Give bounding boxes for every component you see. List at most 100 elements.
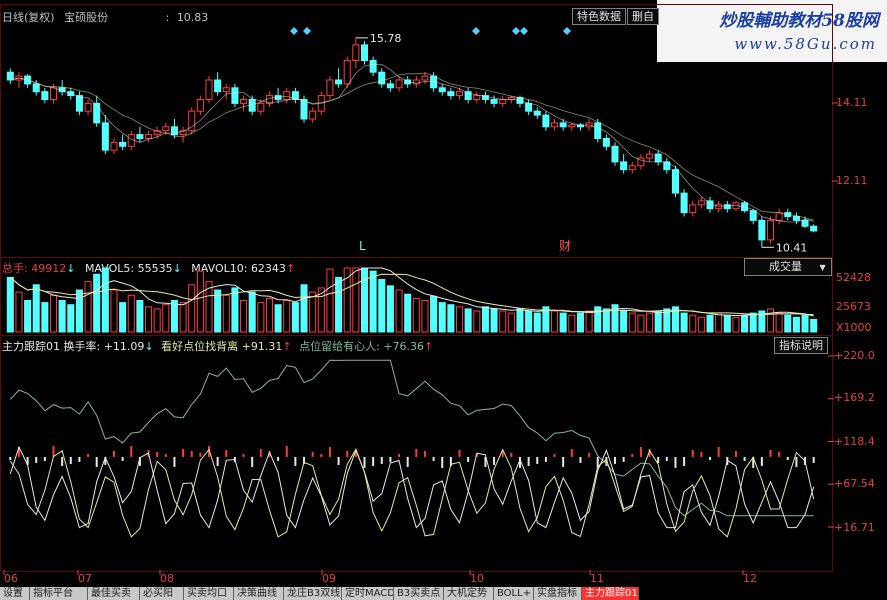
volume-bar: [24, 300, 32, 333]
candle-body: [646, 153, 654, 159]
volume-bar: [766, 308, 775, 333]
candle-body: [352, 44, 360, 61]
volume-bar: [274, 304, 282, 333]
volume-bar: [101, 267, 109, 333]
volume-bar: [654, 310, 662, 333]
volume-bar: [300, 284, 308, 333]
volume-bar: [568, 314, 576, 333]
volume-bar: [697, 316, 705, 333]
diamond-marker: [512, 27, 520, 35]
volume-bar: [801, 314, 809, 333]
volume-bar: [464, 308, 472, 333]
x-axis-label-12: 12: [743, 572, 757, 585]
volume-bar: [775, 312, 783, 333]
candle-body: [32, 83, 40, 93]
volume-bar: [741, 314, 749, 333]
volume-bar: [352, 267, 360, 333]
event-marker-l: L: [359, 239, 366, 253]
x-axis-label-11: 11: [590, 572, 604, 585]
low-price-label: 10.41: [776, 241, 808, 254]
candle-body: [6, 71, 14, 81]
candle-body: [792, 215, 800, 221]
indicator-tab-3[interactable]: 必买阳: [140, 587, 184, 600]
candle-body: [335, 79, 343, 85]
volume-bar: [732, 316, 740, 333]
candle-body: [309, 110, 317, 120]
candle-body: [499, 98, 507, 104]
indicator-tab-12[interactable]: 主力跟踪01: [582, 587, 639, 600]
candle-body: [49, 87, 58, 100]
volume-bar: [335, 276, 343, 333]
candle-body: [231, 87, 239, 104]
volume-bar: [127, 294, 135, 333]
candle-body: [343, 59, 351, 85]
volume-bar: [499, 310, 507, 333]
volume-bar: [395, 289, 403, 333]
volume-bar: [309, 291, 317, 333]
candle-body: [551, 122, 559, 128]
indicator-tab-10[interactable]: BOLL+: [494, 587, 534, 600]
candle-body: [810, 225, 818, 232]
volume-bar: [481, 306, 489, 333]
volume-bar: [231, 287, 239, 333]
stock-chart: 15.78 10.41 L 财: [3, 27, 838, 575]
diamond-marker: [303, 27, 311, 35]
candle-body: [654, 153, 662, 163]
candle-body: [680, 192, 688, 214]
indicator-tab-2[interactable]: 最佳买卖: [88, 587, 140, 600]
volume-bar: [179, 302, 187, 333]
diamond-marker: [290, 27, 298, 35]
volume-bar: [240, 300, 248, 333]
volume-bar: [706, 314, 714, 333]
candle-body: [689, 204, 697, 214]
candle-body: [490, 98, 498, 104]
candle-body: [559, 122, 567, 128]
volume-bar: [75, 289, 83, 333]
candle-body: [283, 91, 291, 100]
candle-body: [84, 102, 92, 112]
high-price-label: 15.78: [370, 32, 402, 45]
x-axis-label-08: 08: [160, 572, 174, 585]
volume-bar: [585, 310, 593, 333]
candle-body: [758, 219, 766, 241]
volume-bar: [153, 308, 161, 333]
candle-body: [611, 145, 619, 163]
candle-body: [110, 141, 118, 151]
volume-bar: [136, 300, 144, 333]
volume-bar: [430, 295, 438, 333]
volume-bar: [93, 273, 101, 333]
candle-body: [369, 59, 377, 73]
candle-body: [101, 122, 109, 151]
volume-bar: [214, 289, 222, 333]
volume-bar: [15, 291, 23, 333]
candle-body: [594, 122, 602, 139]
indicator-tab-4[interactable]: 买卖均口: [184, 587, 234, 600]
indicator-line-turnover: [9, 445, 815, 529]
indicator-tab-1[interactable]: 指标平台: [30, 587, 88, 600]
volume-bar: [32, 284, 40, 333]
volume-bar: [680, 312, 688, 333]
candle-body: [766, 219, 775, 241]
volume-bar: [637, 314, 645, 333]
indicator-tab-8[interactable]: B3买卖点: [394, 587, 444, 600]
volume-bar: [447, 304, 455, 333]
volume-bar: [551, 310, 559, 333]
indicator-tab-11[interactable]: 实盘指标: [534, 587, 582, 600]
indicator-tab-7[interactable]: 定时MACD: [342, 587, 394, 600]
indicator-tab-6[interactable]: 龙庄B3双线: [284, 587, 342, 600]
candle-body: [93, 102, 101, 124]
candle-body: [378, 71, 386, 85]
volume-bar: [810, 318, 818, 333]
indicator-tab-5[interactable]: 决策曲线: [234, 587, 284, 600]
volume-bar: [378, 279, 386, 333]
diamond-marker: [472, 27, 480, 35]
indicator-tab-0[interactable]: 设置: [0, 587, 30, 600]
candle-body: [801, 219, 809, 227]
indicator-tab-9[interactable]: 大机定势: [444, 587, 494, 600]
candle-body: [464, 91, 472, 100]
volume-bar: [196, 270, 204, 333]
volume-bar: [369, 270, 377, 333]
volume-bar: [145, 306, 153, 333]
volume-bar: [792, 316, 800, 333]
volume-bar: [749, 312, 757, 333]
